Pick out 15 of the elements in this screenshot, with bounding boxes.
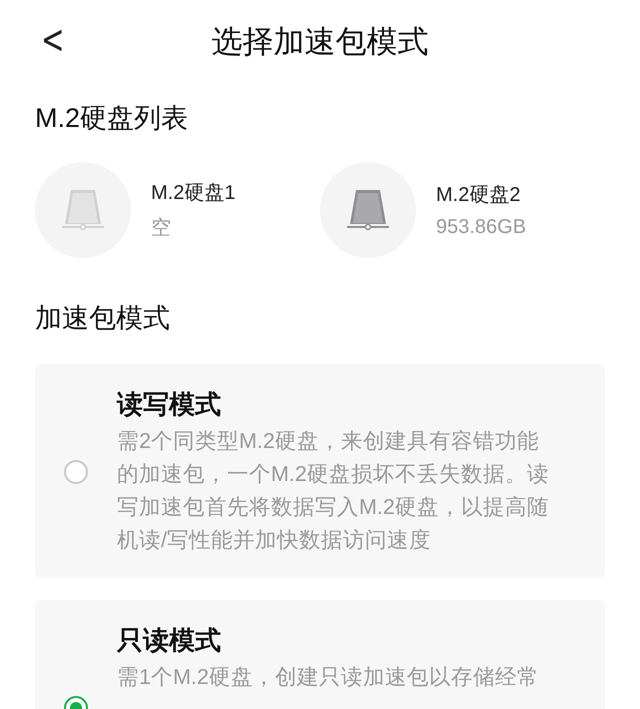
mode-title: 读写模式 (117, 388, 222, 421)
disk-capacity: 空 (151, 216, 172, 241)
mode-card[interactable]: 读写模式 需2个同类型M.2硬盘，来创建具有容错功能的加速包，一个M.2硬盘损坏不丢失数据。读写加速包首先将数据写入M.2硬盘，以提高随机读/写性能并加快数据访问速度 (35, 364, 605, 578)
mode-description: 需1个M.2硬盘，创建只读加速包以存储经常 (117, 664, 540, 691)
section-title: M.2硬盘列表 (34, 102, 190, 135)
mode-title: 只读模式 (117, 624, 222, 657)
disk-name: M.2硬盘2 (436, 183, 522, 208)
radio-button[interactable] (64, 460, 88, 484)
back-button[interactable]: < (35, 18, 70, 62)
mode-card[interactable]: 只读模式 需1个M.2硬盘，创建只读加速包以存储经常 (35, 600, 605, 709)
section-title: 加速包模式 (34, 302, 171, 335)
disk-capacity: 953.86GB (436, 216, 526, 239)
disk-name: M.2硬盘1 (151, 181, 236, 206)
mode-description: 需2个同类型M.2硬盘，来创建具有容错功能的加速包，一个M.2硬盘损坏不丢失数据。读写加速包首先将数据写入M.2硬盘，以提高随机读/写性能并加快数据访问速度 (117, 428, 550, 554)
page-title: 选择加速包模式 (212, 23, 428, 61)
